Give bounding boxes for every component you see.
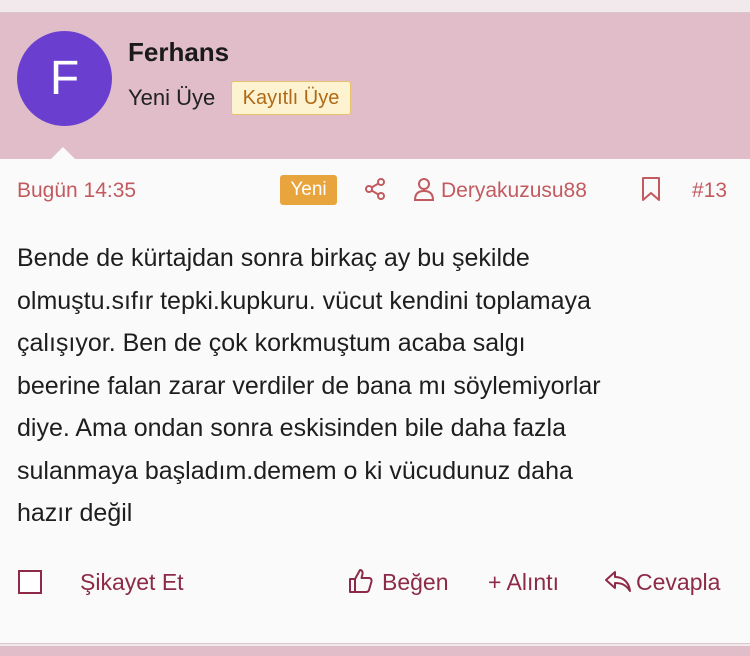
avatar-letter: F <box>49 52 80 105</box>
like-button[interactable]: Beğen <box>382 569 449 596</box>
reply-button[interactable]: Cevapla <box>636 569 720 596</box>
report-button[interactable]: Şikayet Et <box>80 569 184 596</box>
post-container: F Ferhans Yeni Üye Kayıtlı Üye Bugün 14:… <box>0 12 750 644</box>
post-line: diye. Ama ondan sonra eskisinden bile da… <box>17 414 566 442</box>
post-body: Bende de kürtajdan sonra birkaç ay bu şe… <box>17 237 733 535</box>
share-icon[interactable] <box>363 177 387 201</box>
role-badge: Kayıtlı Üye <box>231 81 351 115</box>
reply-arrow-icon[interactable] <box>604 568 632 594</box>
select-checkbox[interactable] <box>18 570 42 594</box>
next-post-header <box>0 646 750 656</box>
thumbs-up-icon[interactable] <box>348 568 374 594</box>
avatar[interactable]: F <box>17 31 112 126</box>
post-line: çalışıyor. Ben de çok korkmuştum acaba s… <box>17 329 526 357</box>
user-title: Yeni Üye <box>128 85 216 110</box>
user-header: F Ferhans Yeni Üye Kayıtlı Üye <box>0 13 750 160</box>
quote-button[interactable]: + Alıntı <box>488 569 559 596</box>
post-number[interactable]: #13 <box>692 179 727 203</box>
quoted-author-link[interactable]: Deryakuzusu88 <box>441 179 587 203</box>
post-line: hazır değil <box>17 499 133 527</box>
post-actions: Şikayet Et Beğen + Alıntı Cevapla <box>0 553 750 613</box>
user-icon <box>413 178 435 201</box>
post-date[interactable]: Bugün 14:35 <box>17 179 136 203</box>
post-line: sulanmaya başladım.demem o ki vücudunuz … <box>17 456 573 485</box>
post-line: Bende de kürtajdan sonra birkaç ay bu şe… <box>17 244 530 272</box>
post-meta-bar: Bugün 14:35 Yeni Deryakuzusu88 #13 <box>0 159 750 219</box>
bookmark-icon[interactable] <box>640 176 662 202</box>
new-badge: Yeni <box>280 175 337 205</box>
username[interactable]: Ferhans <box>128 37 229 68</box>
post-line: olmuştu.sıfır tepki.kupkuru. vücut kendi… <box>17 286 591 315</box>
post-line: beerine falan zarar verdiler de bana mı … <box>17 371 601 400</box>
